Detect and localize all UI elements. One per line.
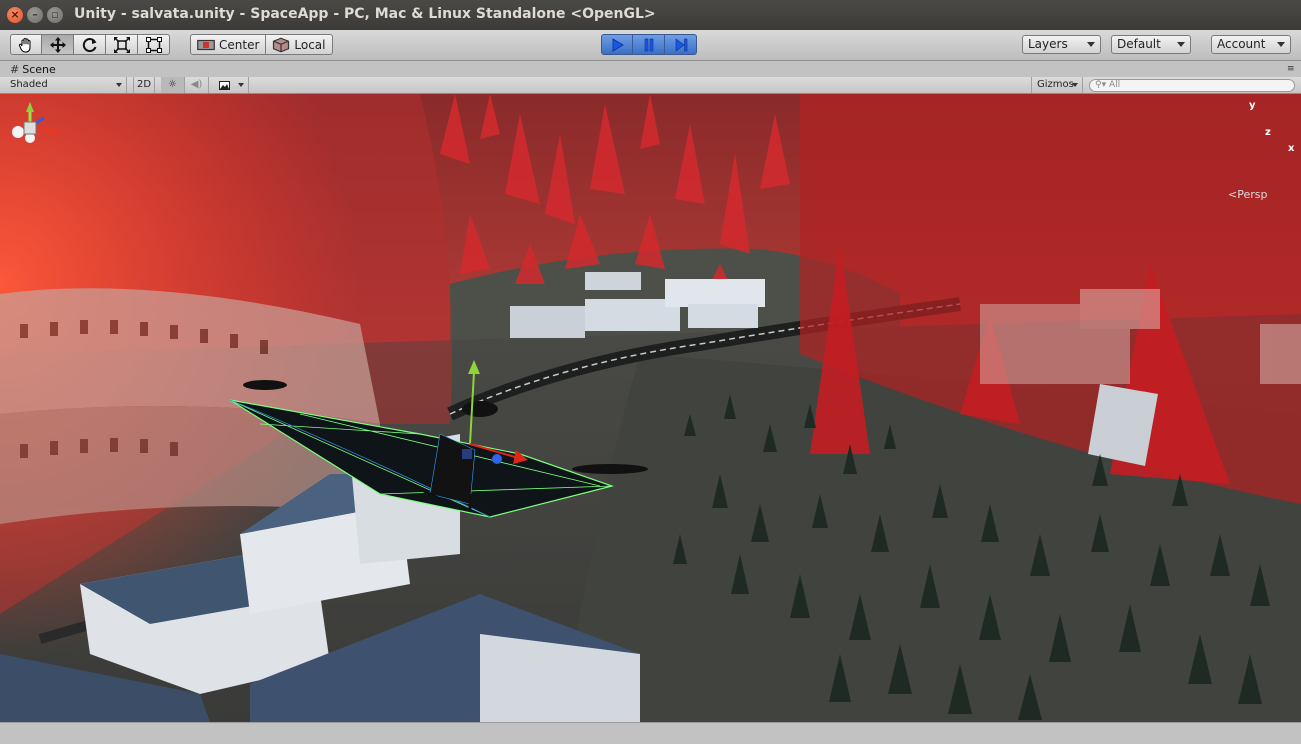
image-icon: [219, 81, 230, 90]
tab-scene-label: Scene: [22, 63, 56, 76]
move-arrows-icon: [49, 36, 66, 53]
pause-icon: [644, 38, 653, 51]
hand-tool-button[interactable]: [10, 34, 42, 55]
window-minimize-button[interactable]: –: [27, 7, 43, 23]
scene-lighting-toggle[interactable]: ☼: [161, 77, 185, 93]
orientation-gizmo[interactable]: [0, 94, 70, 164]
rotate-tool-button[interactable]: [74, 34, 106, 55]
window-maximize-button[interactable]: ▫: [47, 7, 63, 23]
layout-dropdown[interactable]: Default: [1111, 35, 1191, 54]
transform-tools: [10, 34, 170, 55]
layout-dropdown-label: Default: [1117, 37, 1161, 51]
editor-tab-row: # Scene ≡: [0, 61, 1301, 77]
projection-label: Persp: [1237, 188, 1268, 201]
pivot-controls: Center Local: [190, 34, 333, 55]
play-button[interactable]: [601, 34, 633, 55]
gizmos-dropdown[interactable]: Gizmos: [1031, 77, 1083, 93]
scene-effects-dropdown[interactable]: [213, 77, 249, 93]
rect-tool-button[interactable]: [138, 34, 170, 55]
gizmo-axis-z-label: z: [1265, 127, 1271, 138]
speaker-icon: ◀): [190, 79, 203, 90]
rotate-icon: [82, 37, 96, 52]
sun-icon: ☼: [168, 79, 177, 90]
scene-search-input[interactable]: ⚲▾ All: [1089, 79, 1295, 92]
persp-icon: <: [1228, 188, 1238, 201]
pivot-rotation-button[interactable]: Local: [266, 34, 333, 55]
layers-dropdown[interactable]: Layers: [1022, 35, 1101, 54]
layers-dropdown-label: Layers: [1028, 37, 1068, 51]
hand-icon: [18, 37, 31, 53]
account-dropdown-label: Account: [1217, 37, 1266, 51]
shading-mode-label: Shaded: [10, 79, 48, 90]
scene-grid-icon: #: [10, 63, 20, 76]
scene-audio-toggle[interactable]: ◀): [185, 77, 209, 93]
chevron-down-icon: [1177, 42, 1185, 47]
gizmos-label: Gizmos: [1037, 79, 1074, 90]
step-button[interactable]: [665, 34, 697, 55]
gizmo-axis-y-label: y: [1249, 100, 1256, 111]
toggle-2d-button[interactable]: 2D: [133, 77, 155, 93]
scene-viewport[interactable]: y z x <Persp: [0, 94, 1301, 722]
window-titlebar: × – ▫ Unity - salvata.unity - SpaceApp -…: [0, 0, 1301, 30]
chevron-down-icon: [116, 83, 122, 87]
move-tool-button[interactable]: [42, 34, 74, 55]
chevron-down-icon: [1072, 83, 1078, 87]
scene-search-placeholder: All: [1108, 80, 1121, 90]
chevron-down-icon: [1087, 42, 1095, 47]
status-bar: [0, 722, 1301, 744]
rect-icon: [145, 36, 162, 53]
step-icon: [675, 37, 687, 52]
pivot-mode-label: Center: [219, 37, 260, 52]
local-cube-icon: [273, 37, 290, 52]
window-title: Unity - salvata.unity - SpaceApp - PC, M…: [74, 6, 656, 22]
scale-icon: [113, 36, 130, 53]
pivot-mode-button[interactable]: Center: [190, 34, 267, 55]
window-close-button[interactable]: ×: [7, 7, 23, 23]
scene-render: [0, 94, 1301, 722]
tab-scene[interactable]: # Scene: [4, 62, 62, 77]
tab-menu-icon[interactable]: ≡: [1287, 65, 1297, 74]
pause-button[interactable]: [633, 34, 665, 55]
gizmo-axis-x-label: x: [1288, 143, 1295, 154]
main-toolbar: Center Local Layers Default Account: [0, 30, 1301, 61]
play-icon: [612, 37, 624, 52]
account-dropdown[interactable]: Account: [1211, 35, 1291, 54]
chevron-down-icon: [1277, 42, 1285, 47]
toggle-2d-label: 2D: [136, 79, 152, 90]
chevron-down-icon: [238, 83, 244, 87]
projection-toggle[interactable]: <Persp: [1228, 188, 1267, 201]
pivot-rotation-label: Local: [294, 37, 326, 52]
pivot-center-icon: [197, 39, 215, 50]
playback-controls: [601, 34, 697, 55]
scene-control-bar: Shaded 2D ☼ ◀) Gizmos ⚲▾ All: [0, 77, 1301, 94]
shading-mode-dropdown[interactable]: Shaded: [0, 77, 127, 93]
scale-tool-button[interactable]: [106, 34, 138, 55]
search-icon: ⚲▾: [1095, 80, 1107, 90]
